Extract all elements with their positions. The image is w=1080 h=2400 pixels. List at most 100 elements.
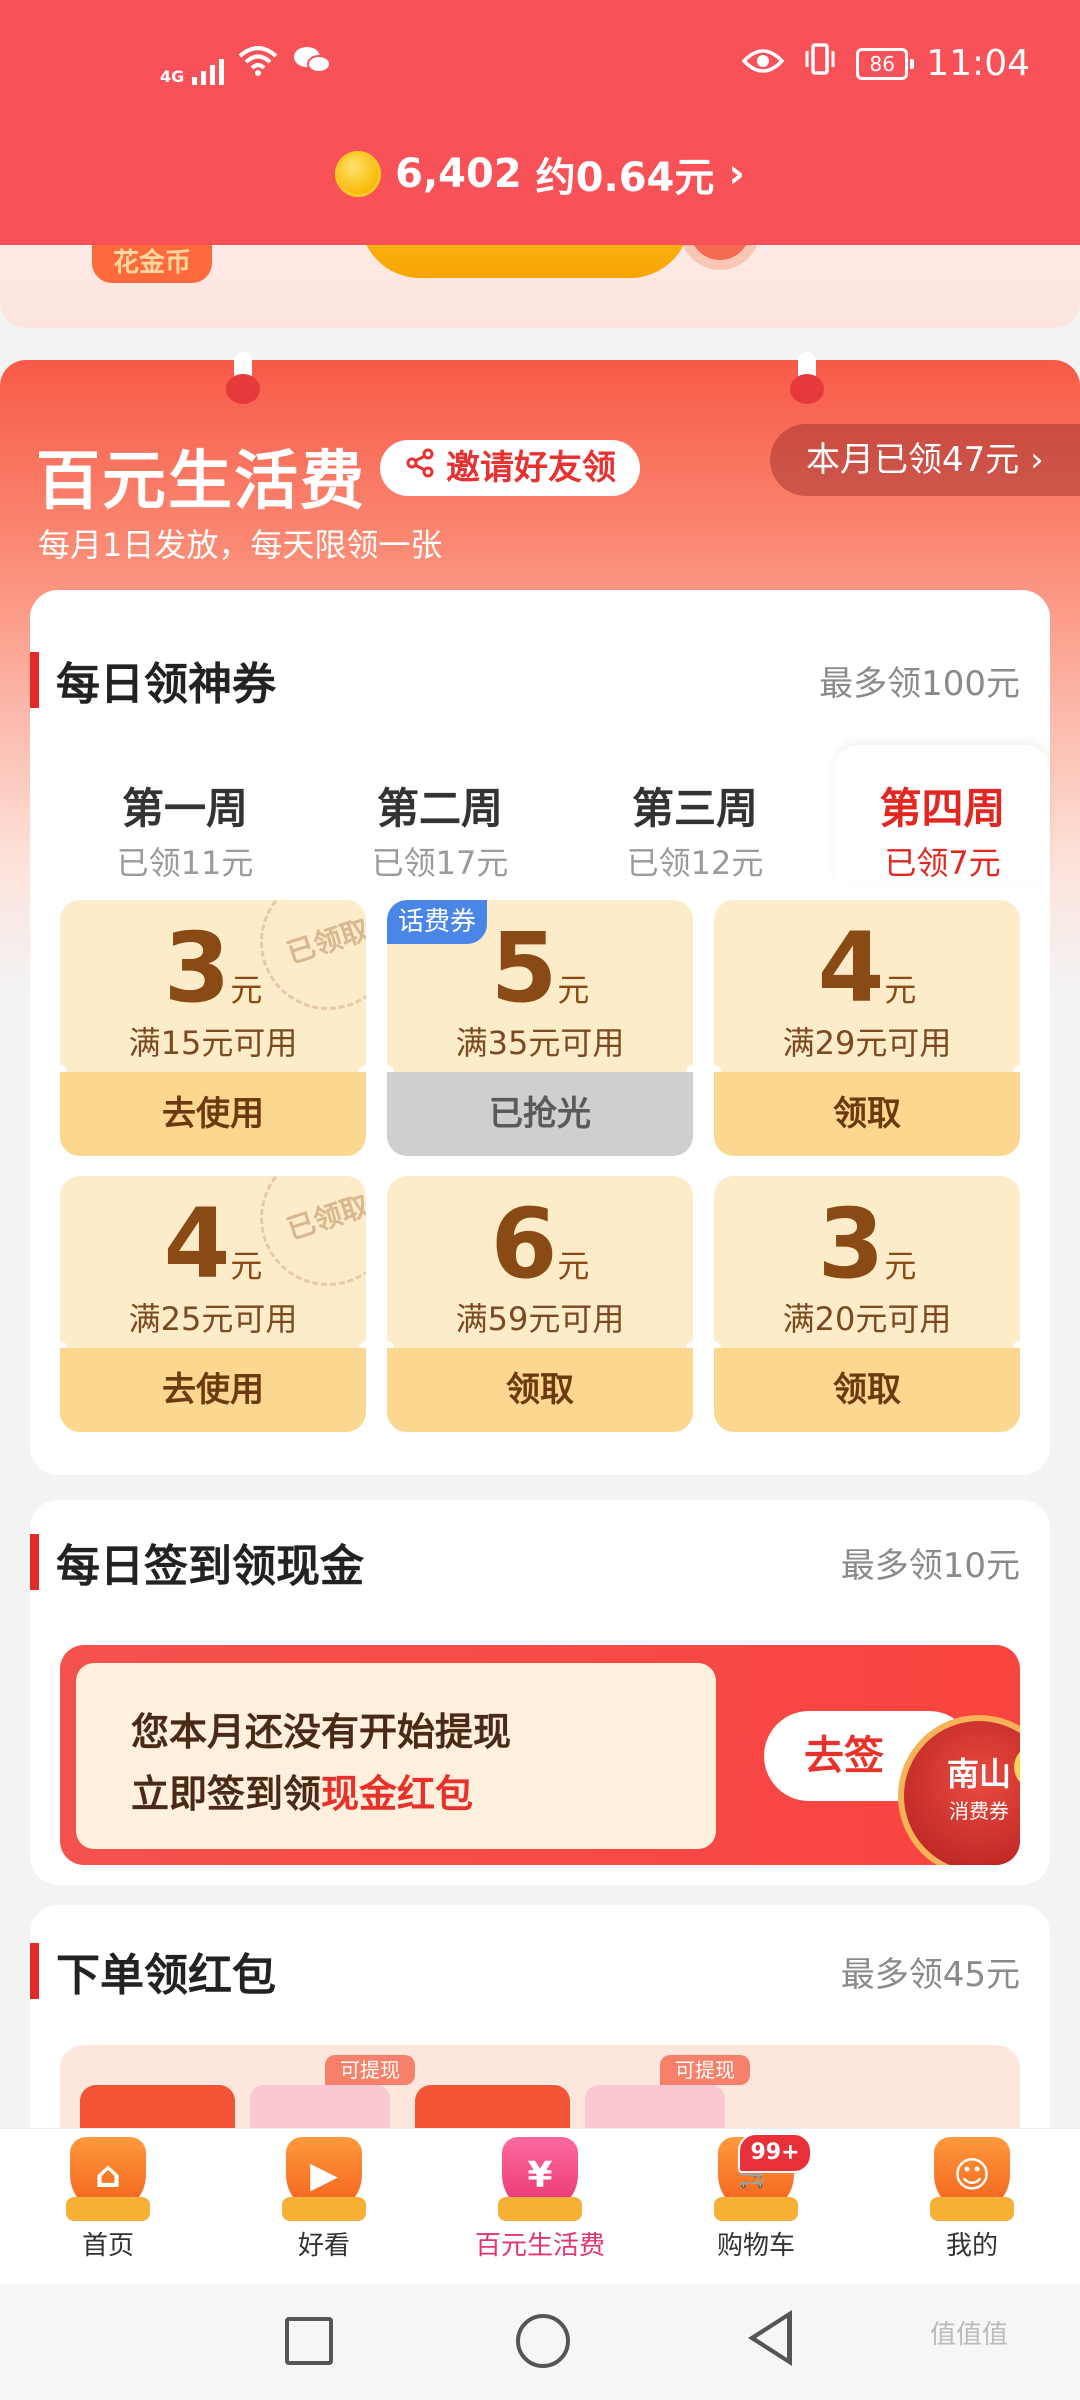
- week-name: 第一周: [121, 784, 248, 833]
- tab-week-3[interactable]: 第三周 已领12元: [570, 745, 820, 882]
- week-claimed: 已领17元: [371, 844, 509, 882]
- coupon-amount: 3: [163, 912, 231, 1024]
- nav-label: 我的: [945, 2231, 998, 2261]
- tab-week-4[interactable]: 第四周 已领7元: [835, 745, 1050, 882]
- profile-icon: ☺: [930, 2137, 1014, 2223]
- coupon-unit: 元: [884, 971, 917, 1009]
- signal-icon: [192, 55, 225, 85]
- promo-sub: 消费券: [949, 1799, 1009, 1823]
- invite-label: 邀请好友领: [446, 448, 616, 488]
- coupon-amount: 4: [817, 912, 885, 1024]
- coupon-unit: 元: [557, 1247, 590, 1285]
- card-max: 最多领100元: [819, 664, 1020, 704]
- coin-balance[interactable]: 6,402 约0.64元 ›: [0, 145, 1080, 207]
- yuan-icon: ¥: [498, 2137, 582, 2223]
- coupon-amount: 3: [817, 1188, 885, 1300]
- coin-count: 6,402: [395, 151, 522, 197]
- nav-label: 首页: [81, 2231, 134, 2261]
- tab-week-1[interactable]: 第一周 已领11元: [60, 745, 310, 882]
- withdrawable-tag: 可提现: [660, 2055, 750, 2085]
- card-max: 最多领10元: [840, 1546, 1020, 1586]
- week-claimed: 已领7元: [884, 844, 1001, 882]
- daily-sign-in-card: 每日签到领现金 最多领10元 您本月还没有开始提现 立即签到领现金红包 去签 南…: [30, 1500, 1050, 1885]
- wifi-icon: [238, 44, 278, 85]
- coupon-unit: 元: [557, 971, 590, 1009]
- section-subtitle: 每月1日发放，每天限领一张: [38, 526, 443, 564]
- clock: 11:04: [926, 43, 1030, 84]
- coin-value: 约0.64元: [535, 155, 715, 201]
- promo-title: 南山: [946, 1755, 1011, 1793]
- month-claimed-button[interactable]: 本月已领47元 ›: [770, 424, 1080, 496]
- watermark: 值值值: [930, 2320, 1009, 2350]
- cart-badge: 99+: [738, 2133, 812, 2173]
- coupon-condition: 满29元可用: [782, 1024, 952, 1062]
- coupon-card: 话费券 5元 满35元可用 已抢光: [387, 900, 693, 1156]
- title-accent-bar: [30, 1534, 39, 1590]
- coupon-card: 6元 满59元可用 领取: [387, 1176, 693, 1432]
- pin-icon: [790, 352, 824, 404]
- week-name: 第二周: [376, 784, 503, 833]
- coupon-amount: 4: [163, 1188, 231, 1300]
- sign-in-banner[interactable]: 您本月还没有开始提现 立即签到领现金红包 去签 南山 消费券 50: [60, 1645, 1020, 1865]
- coupon-card: 3元 满20元可用 领取: [714, 1176, 1020, 1432]
- nav-label: 百元生活费: [474, 2231, 605, 2261]
- tab-week-2[interactable]: 第二周 已领17元: [315, 745, 565, 882]
- withdrawable-tag: 可提现: [325, 2055, 415, 2085]
- status-bar: 4G 86 11:04: [0, 30, 1080, 110]
- coupon-card: 已领取 4元 满25元可用 去使用: [60, 1176, 366, 1432]
- sign-in-message: 您本月还没有开始提现 立即签到领现金红包: [76, 1663, 716, 1849]
- week-name: 第四周: [879, 784, 1006, 833]
- home-icon: ⌂: [66, 2137, 150, 2223]
- nav-label: 购物车: [716, 2231, 795, 2261]
- nav-home[interactable]: ⌂ 首页: [28, 2137, 188, 2262]
- line2-highlight: 现金红包: [321, 1772, 474, 1816]
- use-coupon-button[interactable]: 去使用: [60, 1072, 366, 1156]
- week-claimed: 已领11元: [116, 844, 254, 882]
- chevron-right-icon: ›: [728, 151, 745, 197]
- coupon-card: 4元 满29元可用 领取: [714, 900, 1020, 1156]
- title-accent-bar: [30, 1943, 39, 1999]
- coupon-amount: 6: [490, 1188, 558, 1300]
- card-max: 最多领45元: [840, 1955, 1020, 1995]
- recent-apps-icon[interactable]: [285, 2317, 333, 2365]
- coupon-unit: 元: [230, 1247, 263, 1285]
- nav-mine[interactable]: ☺ 我的: [892, 2137, 1052, 2262]
- battery-icon: 86: [856, 47, 915, 80]
- home-button-icon[interactable]: [516, 2314, 570, 2368]
- claim-coupon-button[interactable]: 领取: [714, 1072, 1020, 1156]
- sign-in-line1: 您本月还没有开始提现: [131, 1710, 512, 1754]
- back-icon[interactable]: [748, 2310, 792, 2366]
- sign-in-line2: 立即签到领现金红包: [131, 1763, 473, 1818]
- vibrate-icon: [802, 42, 838, 85]
- coupon-unit: 元: [230, 971, 263, 1009]
- pin-icon: [226, 352, 260, 404]
- wechat-icon: [292, 44, 332, 85]
- use-coupon-button[interactable]: 去使用: [60, 1348, 366, 1432]
- nav-watch[interactable]: ▶ 好看: [244, 2137, 404, 2262]
- sold-out-button[interactable]: 已抢光: [387, 1072, 693, 1156]
- nav-cart[interactable]: 🛒 99+ 购物车: [676, 2133, 836, 2262]
- coupon-condition: 满35元可用: [455, 1024, 625, 1062]
- card-title: 下单领红包: [56, 1950, 276, 2001]
- eye-icon: [741, 43, 785, 84]
- coupon-condition: 满20元可用: [782, 1300, 952, 1338]
- week-name: 第三周: [631, 784, 758, 833]
- line2-prefix: 立即签到领: [131, 1772, 322, 1816]
- network-label: 4G: [160, 67, 185, 86]
- coupon-unit: 元: [884, 1247, 917, 1285]
- nav-life-fee[interactable]: ¥ 百元生活费: [460, 2137, 620, 2262]
- card-title: 每日领神券: [56, 659, 276, 710]
- coupon-condition: 满59元可用: [455, 1300, 625, 1338]
- nav-label: 好看: [297, 2231, 350, 2261]
- claim-coupon-button[interactable]: 领取: [714, 1348, 1020, 1432]
- bottom-nav: ⌂ 首页 ▶ 好看 ¥ 百元生活费 🛒 99+ 购物车 ☺ 我的: [0, 2128, 1080, 2284]
- coupon-card: 已领取 3元 满15元可用 去使用: [60, 900, 366, 1156]
- invite-friends-button[interactable]: 邀请好友领: [380, 440, 640, 496]
- coupon-condition: 满25元可用: [128, 1300, 298, 1338]
- coin-icon: [335, 151, 382, 197]
- card-title: 每日签到领现金: [56, 1541, 364, 1592]
- claim-coupon-button[interactable]: 领取: [387, 1348, 693, 1432]
- week-tabs: 第一周 已领11元 第二周 已领17元 第三周 已领12元 第四周 已领7元: [60, 745, 1050, 882]
- top-header: 4G 86 11:04 6,402 约0.64元 ›: [0, 0, 1080, 245]
- share-icon: [404, 440, 436, 496]
